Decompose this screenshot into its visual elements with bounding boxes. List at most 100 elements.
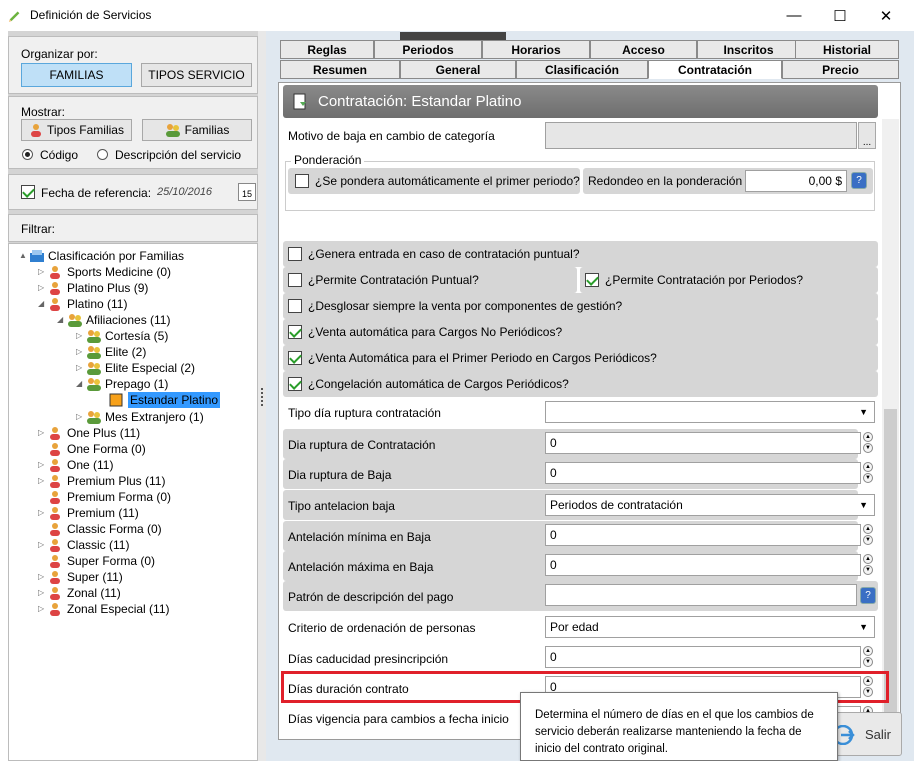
dia-ruptura-contratacion-spinner[interactable]: ▲ ▼ [863,432,874,454]
dia-ruptura-baja-spinner[interactable]: ▲ ▼ [863,462,874,484]
expand-arrow-icon[interactable]: ◢ [76,376,82,392]
dias-caducidad-input[interactable]: 0 [545,646,861,668]
tab-resumen[interactable]: Resumen [280,60,400,79]
tree-node[interactable]: ◢ Platino (11) [19,296,249,312]
tree-node[interactable]: ▷ Zonal (11) [19,585,249,601]
expand-arrow-icon[interactable]: ▷ [38,569,44,585]
permite-periodos-row: ¿Permite Contratación por Periodos? [580,267,878,293]
tab-contratacion[interactable]: Contratación [648,60,782,79]
family-tree[interactable]: ▲ Clasificación por Familias ▷ Sports Medic… [8,243,258,761]
expand-arrow-icon[interactable]: ▷ [38,585,44,601]
expand-arrow-icon[interactable]: ▷ [38,280,44,296]
tree-node[interactable]: Classic Forma (0) [19,521,249,537]
familias-button[interactable]: FAMILIAS [21,63,132,87]
dia-ruptura-baja-input[interactable]: 0 [545,462,861,484]
help-icon[interactable]: ? [860,587,876,604]
tree-node[interactable]: Premium Forma (0) [19,489,249,505]
congelacion-checkbox[interactable] [288,377,302,391]
splitter[interactable] [258,31,266,761]
tree-node[interactable]: ▷ Classic (11) [19,537,249,553]
tipo-dia-ruptura-select[interactable]: ▼ [545,401,875,423]
tab-inscritos[interactable]: Inscritos [697,40,800,59]
descripcion-radio[interactable] [97,149,108,160]
tipos-servicio-button[interactable]: TIPOS SERVICIO [141,63,252,87]
fecha-checkbox[interactable] [21,185,35,199]
fecha-input[interactable]: 25/10/2016 [157,186,212,198]
expand-arrow-icon[interactable]: ▷ [38,425,44,441]
tree-node[interactable]: Estandar Platino [19,392,249,408]
tree-node[interactable]: ▷ Premium (11) [19,505,249,521]
expand-arrow-icon[interactable]: ▷ [38,457,44,473]
expand-arrow-icon[interactable]: ▷ [76,344,82,360]
tree-node[interactable]: ◢ Afiliaciones (11) [19,312,249,328]
help-icon[interactable]: ? [851,172,867,189]
redondeo-input[interactable]: 0,00 $ [745,170,847,192]
venta-no-periodicos-checkbox[interactable] [288,325,302,339]
drag-handle[interactable] [400,32,506,40]
tree-node[interactable]: ▷ Sports Medicine (0) [19,264,249,280]
expand-arrow-icon[interactable]: ▷ [38,601,44,617]
expand-arrow-icon[interactable]: ▷ [38,505,44,521]
close-button[interactable]: ✕ [863,0,909,31]
tree-node[interactable]: ▷ Elite (2) [19,344,249,360]
patron-input[interactable] [545,584,857,606]
tree-node[interactable]: ▲ Clasificación por Familias [19,248,249,264]
vertical-scrollbar[interactable] [882,119,899,739]
tab-clasificacion[interactable]: Clasificación [516,60,648,79]
familias-filter-button[interactable]: Familias [142,119,252,141]
expand-arrow-icon[interactable]: ▷ [38,264,44,280]
expand-arrow-icon[interactable]: ▷ [76,409,82,425]
tree-node[interactable]: ▷ Cortesía (5) [19,328,249,344]
tree-node[interactable]: One Forma (0) [19,441,249,457]
antelacion-min-input[interactable]: 0 [545,524,861,546]
tab-precio[interactable]: Precio [782,60,899,79]
tree-node[interactable]: ◢ Prepago (1) [19,376,249,392]
tab-historial[interactable]: Historial [795,40,899,59]
antelacion-min-spinner[interactable]: ▲ ▼ [863,524,874,546]
expand-arrow-icon[interactable]: ▷ [76,360,82,376]
expand-arrow-icon[interactable]: ▷ [38,537,44,553]
tree-node[interactable]: ▷ Platino Plus (9) [19,280,249,296]
expand-arrow-icon[interactable]: ◢ [57,312,63,328]
dias-caducidad-spinner[interactable]: ▲ ▼ [863,646,874,668]
permite-puntual-checkbox[interactable] [288,273,302,287]
expand-arrow-icon[interactable]: ▲ [19,248,27,264]
tree-node[interactable]: ▷ One Plus (11) [19,425,249,441]
group-icon [86,329,101,343]
motivo-input[interactable] [545,122,857,149]
tab-horarios[interactable]: Horarios [482,40,590,59]
tab-acceso[interactable]: Acceso [590,40,697,59]
maximize-button[interactable]: ☐ [817,0,863,31]
tree-node[interactable]: Super Forma (0) [19,553,249,569]
motivo-browse-button[interactable]: ... [858,122,876,149]
calendar-icon[interactable]: 15 [238,183,256,201]
group-icon [86,410,101,424]
tree-node[interactable]: ▷ Mes Extranjero (1) [19,409,249,425]
minimize-button[interactable]: — [771,0,817,31]
pondera-checkbox[interactable] [295,174,309,188]
tipo-antelacion-select[interactable]: Periodos de contratación ▼ [545,494,875,516]
codigo-radio[interactable] [22,149,33,160]
genera-checkbox[interactable] [288,247,302,261]
tree-node[interactable]: ▷ Elite Especial (2) [19,360,249,376]
tree-node[interactable]: ▷ One (11) [19,457,249,473]
antelacion-max-input[interactable]: 0 [545,554,861,576]
permite-periodos-checkbox[interactable] [585,273,599,287]
tab-periodos[interactable]: Periodos [374,40,482,59]
tree-node[interactable]: ▷ Super (11) [19,569,249,585]
dia-ruptura-contratacion-input[interactable]: 0 [545,432,861,454]
expand-arrow-icon[interactable]: ◢ [38,296,44,312]
desglosar-checkbox[interactable] [288,299,302,313]
tipos-familias-button[interactable]: Tipos Familias [21,119,132,141]
tree-node[interactable]: ▷ Premium Plus (11) [19,473,249,489]
antelacion-max-spinner[interactable]: ▲ ▼ [863,554,874,576]
expand-arrow-icon[interactable]: ▷ [76,328,82,344]
tree-node[interactable]: ▷ Zonal Especial (11) [19,601,249,617]
congelacion-label: ¿Congelación automática de Cargos Periód… [308,377,569,391]
tab-general[interactable]: General [400,60,516,79]
criterio-select[interactable]: Por edad ▼ [545,616,875,638]
venta-primer-periodo-checkbox[interactable] [288,351,302,365]
genera-row: ¿Genera entrada en caso de contratación … [283,241,878,267]
tab-reglas[interactable]: Reglas [280,40,374,59]
expand-arrow-icon[interactable]: ▷ [38,473,44,489]
